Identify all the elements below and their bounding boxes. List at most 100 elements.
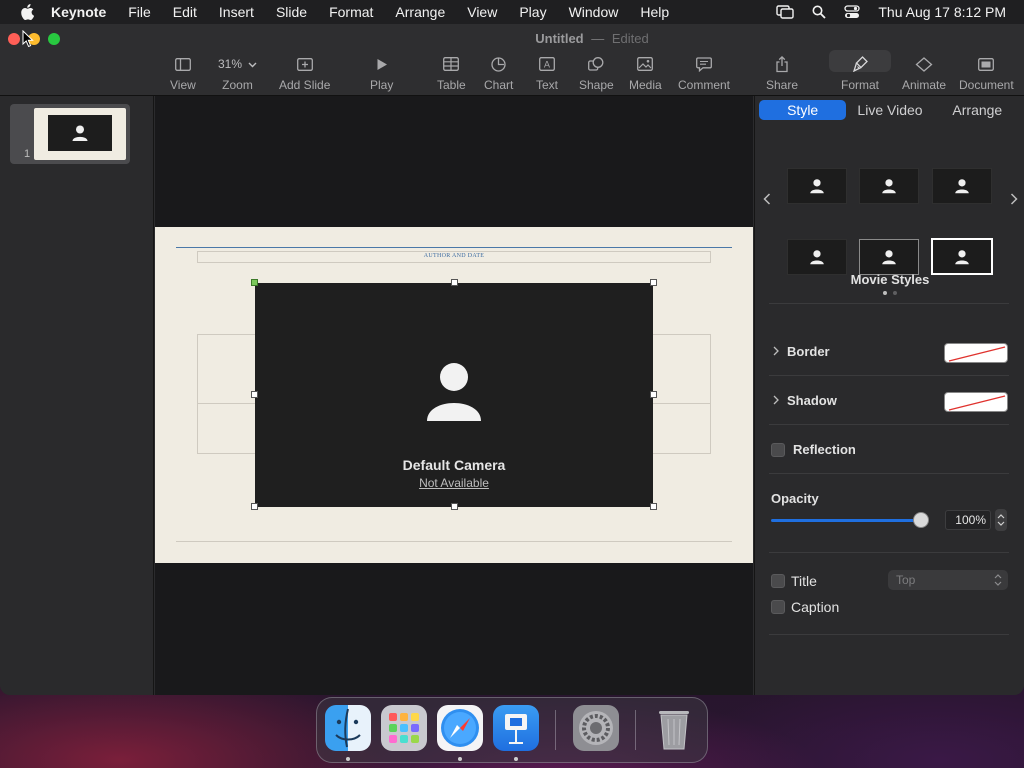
border-label[interactable]: Border [787,344,830,359]
selection-handle-top[interactable] [451,279,458,286]
chevron-left-icon[interactable] [763,192,771,208]
camera-status-link[interactable]: Not Available [255,476,653,490]
title-label: Title [791,573,817,589]
document-button[interactable]: Document [959,54,1014,92]
trash-dock-icon[interactable] [651,705,697,751]
tab-arrange[interactable]: Arrange [934,100,1021,120]
person-icon [810,179,824,194]
selection-handle-bottom-left[interactable] [251,503,258,510]
page-dot-1[interactable] [883,291,887,295]
page-indicator [755,291,1024,295]
slide-thumbnail-selected[interactable]: 1 [10,104,130,164]
media-button[interactable]: Media [629,54,662,92]
border-color-well[interactable] [944,343,1008,363]
reflection-checkbox[interactable] [771,443,785,457]
menu-file[interactable]: File [117,0,162,24]
reflection-label: Reflection [793,442,856,457]
comment-button[interactable]: Comment [678,54,730,92]
chart-label: Chart [484,78,514,92]
movie-style-3[interactable] [932,168,992,204]
selection-handle-left[interactable] [251,391,258,398]
table-icon [443,54,460,74]
tab-style[interactable]: Style [759,100,847,120]
shadow-label[interactable]: Shadow [787,393,837,408]
spotlight-search-icon[interactable] [812,5,826,19]
animate-label: Animate [902,78,947,92]
title-position-popup[interactable]: Top [888,570,1008,590]
keynote-dock-icon[interactable] [493,705,539,751]
person-icon [882,250,896,265]
slide-thumbnail[interactable] [34,108,126,160]
live-video-camera[interactable]: Default Camera Not Available [255,283,653,507]
menu-insert[interactable]: Insert [208,0,265,24]
no-fill-slash-icon [948,346,1006,362]
paintbrush-icon [852,54,868,74]
opacity-slider-knob[interactable] [913,512,929,528]
window-toolbar: Untitled — Edited View 31% Zoom Add Slid… [0,24,1024,96]
launchpad-dock-icon[interactable] [381,705,427,751]
selection-handle-bottom-right[interactable] [650,503,657,510]
title-checkbox[interactable] [771,574,785,588]
menubar-clock[interactable]: Thu Aug 17 8:12 PM [878,4,1006,20]
chevron-right-icon[interactable] [1010,192,1018,208]
menu-play[interactable]: Play [508,0,557,24]
caption-checkbox[interactable] [771,600,785,614]
document-icon [978,54,995,74]
movie-style-2[interactable] [859,168,919,204]
play-button[interactable]: Play [370,54,393,92]
menu-edit[interactable]: Edit [162,0,208,24]
movie-style-5[interactable] [859,239,919,275]
view-label: View [170,78,196,92]
slide-canvas[interactable]: AUTHOR AND DATE Default Camera Not Avail… [155,96,753,695]
zoom-label: Zoom [222,78,253,92]
menu-slide[interactable]: Slide [265,0,318,24]
menu-format[interactable]: Format [318,0,384,24]
author-date-placeholder[interactable]: AUTHOR AND DATE [197,251,711,263]
popup-chevrons-icon [994,570,1002,597]
system-settings-dock-icon[interactable] [573,705,619,751]
text-button[interactable]: A Text [536,54,558,92]
format-label: Format [841,78,880,92]
shape-label: Shape [579,78,614,92]
selection-handle-top-left[interactable] [251,279,258,286]
selection-handle-right[interactable] [650,391,657,398]
menu-app-keynote[interactable]: Keynote [40,0,117,24]
apple-menu-icon[interactable] [14,4,40,20]
add-slide-button[interactable]: Add Slide [279,54,330,92]
menu-view[interactable]: View [456,0,508,24]
divider [769,552,1009,553]
border-disclosure-icon[interactable] [773,346,779,359]
zoom-button[interactable]: 31% Zoom [218,54,257,92]
person-silhouette-icon [427,363,481,421]
opacity-slider-track[interactable] [771,519,921,522]
shape-button[interactable]: Shape [579,54,614,92]
animate-button[interactable]: Animate [902,54,946,92]
screen-mirroring-icon[interactable] [776,5,795,19]
selection-handle-top-right[interactable] [650,279,657,286]
selection-handle-bottom[interactable] [451,503,458,510]
page-dot-2[interactable] [893,291,897,295]
tab-live-video[interactable]: Live Video [846,100,933,120]
person-icon [810,250,824,265]
movie-style-1[interactable] [787,168,847,204]
title-separator: — [591,31,605,46]
zoom-popup[interactable]: 31% [218,54,257,74]
view-button[interactable]: View [170,54,196,92]
menu-arrange[interactable]: Arrange [384,0,456,24]
slide[interactable]: AUTHOR AND DATE Default Camera Not Avail… [155,227,753,563]
safari-dock-icon[interactable] [437,705,483,751]
chart-button[interactable]: Chart [484,54,513,92]
movie-style-4[interactable] [787,239,847,275]
table-button[interactable]: Table [437,54,466,92]
menu-help[interactable]: Help [629,0,680,24]
share-button[interactable]: Share [766,54,798,92]
shadow-color-well[interactable] [944,392,1008,412]
opacity-field[interactable]: 100% [945,510,991,530]
shadow-disclosure-icon[interactable] [773,395,779,408]
finder-dock-icon[interactable] [325,705,371,751]
format-button[interactable]: Format [829,50,891,92]
control-center-icon[interactable] [844,5,861,19]
opacity-stepper[interactable] [995,509,1007,531]
menu-window[interactable]: Window [558,0,630,24]
movie-style-6-selected[interactable] [931,238,993,275]
